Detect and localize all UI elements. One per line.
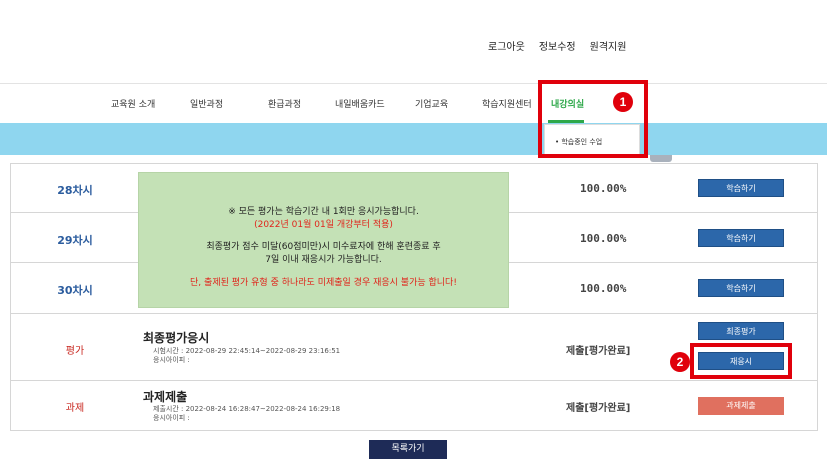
session-label-29: 29차시 — [57, 234, 93, 247]
exam-status: 제출[평가완료] — [566, 346, 631, 357]
main-nav: 교육원 소개 일반과정 환급과정 내일배움카드 기업교육 학습지원센터 내강의실 — [0, 84, 827, 122]
session-progress-29: 100.00% — [580, 232, 627, 245]
nav-item-support-center[interactable]: 학습지원센터 — [482, 97, 532, 110]
session-progress-28: 100.00% — [580, 182, 627, 195]
edit-info-link[interactable]: 정보수정 — [539, 38, 576, 53]
sub-banner — [0, 123, 827, 155]
marker-1: 1 — [613, 92, 633, 112]
exam-title: 최종평가응시 — [143, 331, 210, 345]
study-button-30[interactable]: 학습하기 — [698, 279, 784, 297]
final-exam-button[interactable]: 최종평가 — [698, 322, 784, 340]
session-label-28: 28차시 — [57, 184, 93, 197]
nav-item-corporate[interactable]: 기업교육 — [415, 97, 448, 110]
remote-support-link[interactable]: 원격지원 — [590, 38, 627, 53]
study-button-28[interactable]: 학습하기 — [698, 179, 784, 197]
highlight-box-2 — [690, 343, 792, 379]
notice-line-1: ※ 모든 평가는 학습기간 내 1회만 응시가능합니다. — [228, 207, 419, 217]
logout-link[interactable]: 로그아웃 — [488, 38, 525, 53]
nav-item-about[interactable]: 교육원 소개 — [111, 97, 155, 110]
row-divider — [10, 313, 818, 314]
top-links: 로그아웃 정보수정 원격지원 — [488, 38, 626, 53]
study-button-29[interactable]: 학습하기 — [698, 229, 784, 247]
assignment-time: 제출시간 : 2022-08-24 16:28:47~2022-08-24 16… — [153, 405, 341, 413]
session-label-30: 30차시 — [57, 284, 93, 297]
nav-item-refund-course[interactable]: 환급과정 — [268, 97, 301, 110]
nav-item-general-course[interactable]: 일반과정 — [190, 97, 223, 110]
assignment-title: 과제제출 — [143, 390, 188, 404]
assignment-ip: 응시아이피 : — [153, 414, 190, 422]
exam-time: 시험시간 : 2022-08-29 22:45:14~2022-08-29 23… — [153, 347, 341, 355]
notice-line-4: 7일 이내 재응시가 가능합니다. — [265, 255, 382, 265]
row-divider — [10, 380, 818, 381]
notice-line-5: 단, 출제된 평가 유형 중 하나라도 미제출일 경우 재응시 불가능 합니다! — [190, 278, 457, 288]
assignment-submit-button[interactable]: 과제제출 — [698, 397, 784, 415]
marker-2: 2 — [670, 352, 690, 372]
session-progress-30: 100.00% — [580, 282, 627, 295]
assignment-status: 제출[평가완료] — [566, 403, 631, 414]
notice-line-3: 최종평가 점수 미달(60점미만)시 미수료자에 한해 훈련종료 후 — [206, 242, 441, 252]
nav-item-tomorrow-card[interactable]: 내일배움카드 — [335, 97, 385, 110]
exam-type-label: 평가 — [65, 346, 85, 357]
back-to-list-button[interactable]: 목록가기 — [369, 440, 447, 459]
highlight-box-1 — [538, 80, 648, 158]
notice-line-2: (2022년 01월 01일 개강부터 적용) — [254, 220, 393, 230]
dropdown-handle[interactable] — [650, 155, 672, 162]
evaluation-notice-popup: ※ 모든 평가는 학습기간 내 1회만 응시가능합니다. (2022년 01월 … — [138, 172, 509, 308]
assignment-type-label: 과제 — [65, 403, 85, 414]
exam-ip: 응시아이피 : — [153, 356, 190, 364]
